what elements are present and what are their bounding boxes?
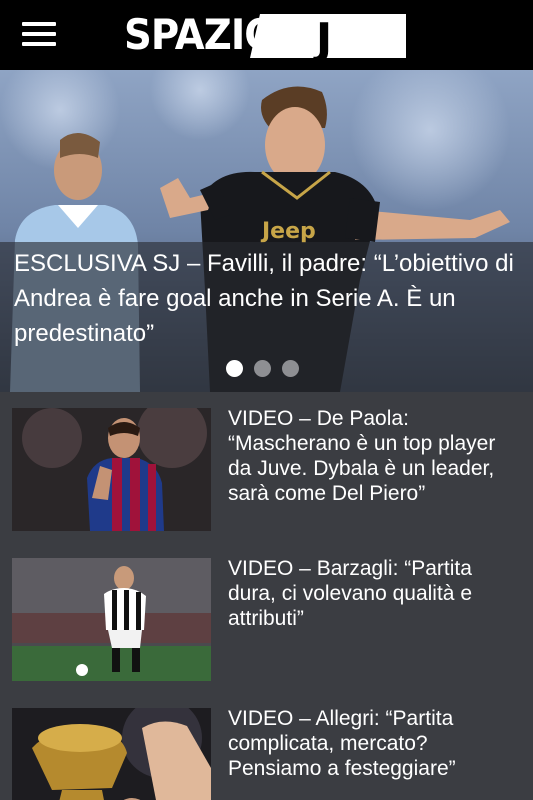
article-thumbnail [12, 408, 211, 531]
article-title: VIDEO – Allegri: “Partita complicata, me… [228, 707, 456, 780]
list-item[interactable]: VIDEO – Barzagli: “Partita dura, ci vole… [0, 542, 533, 682]
logo-j-mark: J [250, 14, 406, 58]
menu-line [22, 32, 56, 36]
slider-dots [226, 360, 299, 377]
slider-dot-3[interactable] [282, 360, 299, 377]
article-title: VIDEO – Barzagli: “Partita dura, ci vole… [228, 557, 472, 630]
top-bar: SPAZIO J [0, 0, 533, 70]
article-thumbnail [12, 708, 211, 800]
menu-line [22, 22, 56, 26]
menu-line [22, 42, 56, 46]
slider-dot-1[interactable] [226, 360, 243, 377]
hero-title[interactable]: ESCLUSIVA SJ – Favilli, il padre: “L’obi… [14, 246, 519, 351]
svg-text:Jeep: Jeep [260, 219, 316, 244]
slider-dot-2[interactable] [254, 360, 271, 377]
article-title: VIDEO – De Paola: “Mascherano è un top p… [228, 407, 496, 505]
list-item[interactable]: VIDEO – Allegri: “Partita complicata, me… [0, 692, 533, 800]
list-item[interactable]: VIDEO – De Paola: “Mascherano è un top p… [0, 392, 533, 532]
app-screen: SPAZIO J Jeep ESCLUSIVA SJ – Favilli, il… [0, 0, 533, 800]
logo-suffix: J [313, 14, 332, 58]
hero-slider[interactable]: Jeep ESCLUSIVA SJ – Favilli, il padre: “… [0, 70, 533, 392]
hamburger-menu-icon[interactable] [22, 20, 58, 48]
article-thumbnail [12, 558, 211, 681]
